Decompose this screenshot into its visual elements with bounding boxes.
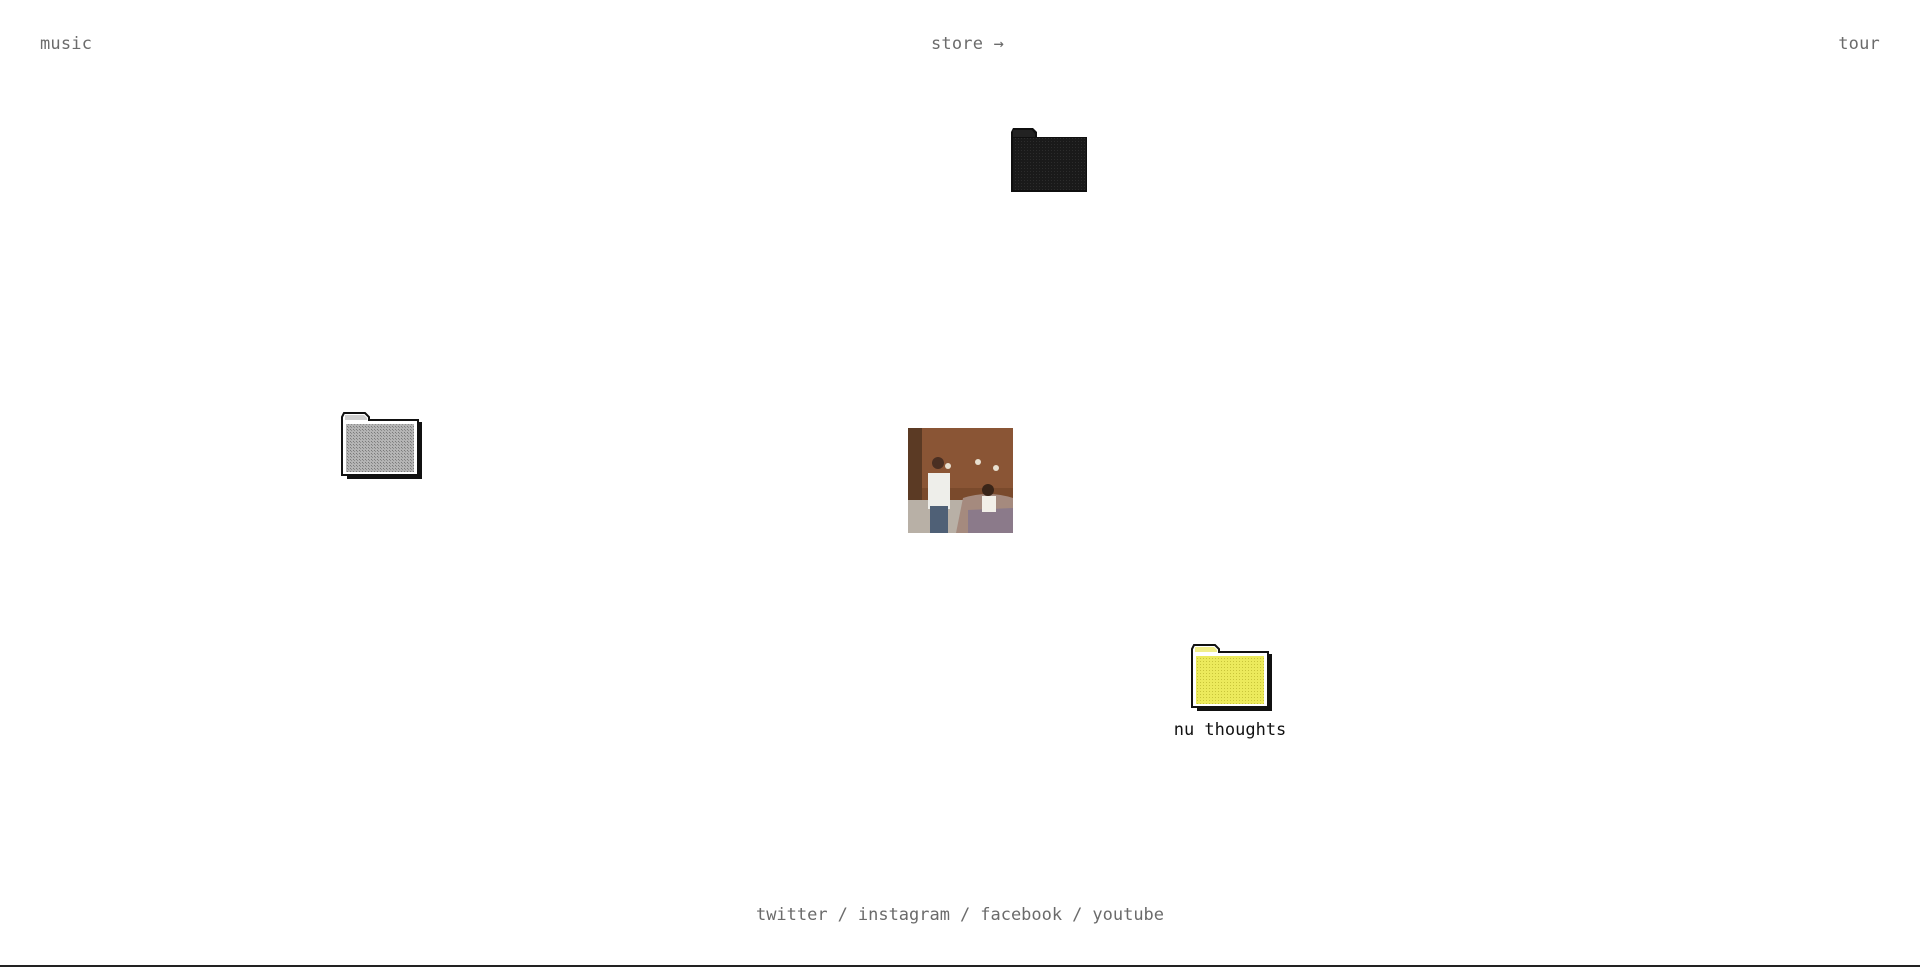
black-folder-icon[interactable]: [1009, 126, 1090, 194]
gray-folder-icon[interactable]: [341, 411, 422, 479]
album-cover-image[interactable]: [908, 428, 1013, 533]
footer-separator: /: [959, 905, 971, 925]
social-links: twitter / instagram / facebook / youtube: [0, 905, 1920, 925]
nav-music-link[interactable]: music: [40, 34, 92, 54]
nav-tour-link[interactable]: tour: [1838, 34, 1880, 54]
twitter-link[interactable]: twitter: [756, 905, 828, 925]
facebook-link[interactable]: facebook: [980, 905, 1062, 925]
instagram-link[interactable]: instagram: [858, 905, 950, 925]
yellow-folder-icon[interactable]: [1191, 643, 1272, 711]
footer-separator: /: [1072, 905, 1083, 925]
yellow-folder-label[interactable]: nu thoughts: [1168, 720, 1292, 740]
footer-separator: /: [837, 905, 848, 925]
youtube-link[interactable]: youtube: [1092, 905, 1164, 925]
desktop-page: music store → tour nu thoughts twitter /…: [0, 0, 1920, 967]
nav-store-link[interactable]: store →: [931, 34, 1004, 54]
